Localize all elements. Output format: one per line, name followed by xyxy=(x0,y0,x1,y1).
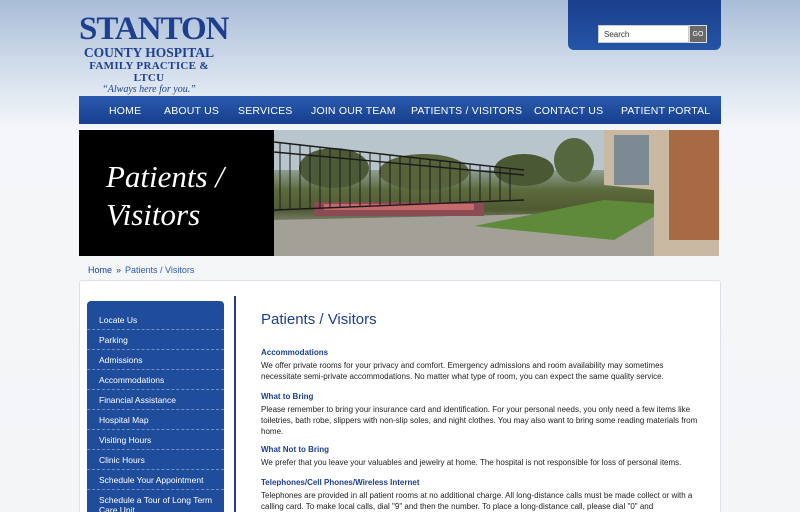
nav-home[interactable]: HOME xyxy=(109,105,141,117)
section-heading-telephones: Telephones/Cell Phones/Wireless Internet xyxy=(261,478,420,487)
section-body-accommodations: We offer private rooms for your privacy … xyxy=(261,361,664,381)
section-body-what-to-bring: Please remember to bring your insurance … xyxy=(261,405,698,436)
banner-photo xyxy=(274,130,719,256)
sidebar-item-financial-assistance[interactable]: Financial Assistance xyxy=(87,390,224,410)
courtyard-photo xyxy=(274,130,719,256)
content-divider xyxy=(234,296,236,512)
hospital-logo[interactable]: STANTON COUNTY HOSPITAL FAMILY PRACTICE … xyxy=(79,11,230,96)
sidebar-item-admissions[interactable]: Admissions xyxy=(87,350,224,370)
banner-title-panel: Patients / Visitors xyxy=(79,130,274,256)
search-go-button[interactable]: GO xyxy=(689,25,707,43)
banner-title-line1: Patients / xyxy=(106,159,224,194)
nav-patient-portal[interactable]: PATIENT PORTAL xyxy=(621,105,710,117)
section-heading-what-to-bring: What to Bring xyxy=(261,392,314,401)
section-body-telephones: Telephones are provided in all patient r… xyxy=(261,491,693,511)
nav-services[interactable]: SERVICES xyxy=(238,105,293,117)
nav-about-us[interactable]: ABOUT US xyxy=(164,105,219,117)
sidebar-menu: Locate Us Parking Admissions Accommodati… xyxy=(87,301,224,512)
breadcrumb: Home » Patients / Visitors xyxy=(88,265,194,275)
logo-subtitle: COUNTY HOSPITAL xyxy=(83,45,215,60)
sidebar-item-schedule-tour[interactable]: Schedule a Tour of Long Term Care Unit xyxy=(87,490,224,512)
logo-name: STANTON xyxy=(79,11,230,47)
nav-join-our-team[interactable]: JOIN OUR TEAM xyxy=(311,105,396,117)
sidebar-item-schedule-appointment[interactable]: Schedule Your Appointment xyxy=(87,470,224,490)
banner-title: Patients / Visitors xyxy=(106,158,224,234)
breadcrumb-current[interactable]: Patients / Visitors xyxy=(125,265,194,275)
page-banner: Patients / Visitors xyxy=(79,130,719,256)
nav-contact-us[interactable]: CONTACT US xyxy=(534,105,603,117)
section-body-what-not-to-bring: We prefer that you leave your valuables … xyxy=(261,458,682,467)
breadcrumb-separator: » xyxy=(116,265,122,275)
breadcrumb-home[interactable]: Home xyxy=(88,265,112,275)
main-nav: HOME ABOUT US SERVICES JOIN OUR TEAM PAT… xyxy=(79,96,721,124)
sidebar-item-parking[interactable]: Parking xyxy=(87,330,224,350)
sidebar-item-clinic-hours[interactable]: Clinic Hours xyxy=(87,450,224,470)
sidebar-item-hospital-map[interactable]: Hospital Map xyxy=(87,410,224,430)
page-title: Patients / Visitors xyxy=(261,311,377,328)
nav-patients-visitors[interactable]: PATIENTS / VISITORS xyxy=(411,105,522,117)
section-heading-what-not-to-bring: What Not to Bring xyxy=(261,445,329,454)
sidebar-item-locate-us[interactable]: Locate Us xyxy=(87,310,224,330)
search-input[interactable] xyxy=(598,25,689,43)
logo-tagline: “Always here for you.” xyxy=(102,84,196,95)
section-heading-accommodations: Accommodations xyxy=(261,348,329,357)
sidebar-item-visiting-hours[interactable]: Visiting Hours xyxy=(87,430,224,450)
main-content: Patients / Visitors Accommodations We of… xyxy=(261,311,701,511)
search-panel: GO xyxy=(568,0,721,50)
banner-title-line2: Visitors xyxy=(106,197,201,232)
sidebar-item-accommodations[interactable]: Accommodations xyxy=(87,370,224,390)
logo-subtitle-2: FAMILY PRACTICE & LTCU xyxy=(89,60,209,84)
